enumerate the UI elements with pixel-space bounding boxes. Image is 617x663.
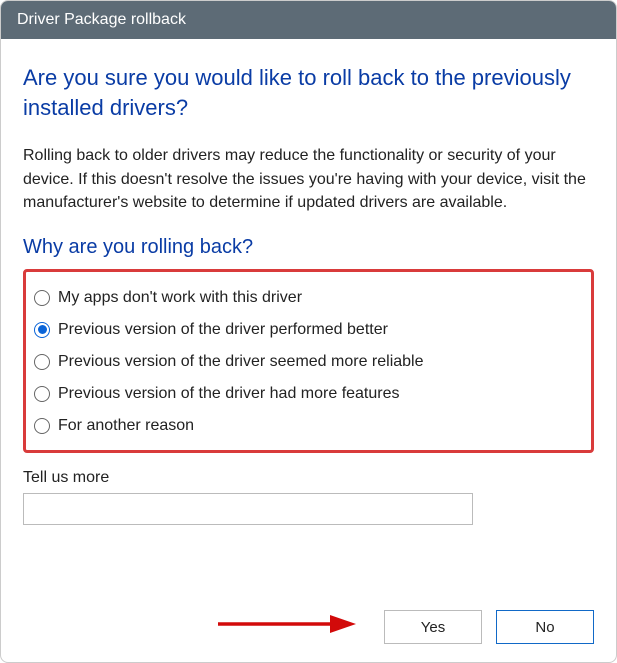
annotation-arrow-icon [216, 612, 356, 636]
no-button[interactable]: No [496, 610, 594, 644]
radio-icon [34, 290, 50, 306]
radio-icon [34, 322, 50, 338]
tell-us-more-input[interactable] [23, 493, 473, 525]
radio-label: Previous version of the driver seemed mo… [58, 353, 424, 371]
dialog-window: Driver Package rollback Are you sure you… [0, 0, 617, 663]
reason-option-more-features[interactable]: Previous version of the driver had more … [34, 378, 583, 410]
radio-label: Previous version of the driver had more … [58, 385, 400, 403]
reason-option-apps[interactable]: My apps don't work with this driver [34, 282, 583, 314]
dialog-button-row: Yes No [384, 610, 594, 644]
reason-subheading: Why are you rolling back? [23, 236, 594, 259]
confirm-heading: Are you sure you would like to roll back… [23, 63, 594, 122]
warning-text: Rolling back to older drivers may reduce… [23, 144, 594, 214]
radio-label: Previous version of the driver performed… [58, 321, 388, 339]
radio-icon [34, 354, 50, 370]
reason-option-more-reliable[interactable]: Previous version of the driver seemed mo… [34, 346, 583, 378]
radio-label: For another reason [58, 417, 194, 435]
dialog-content: Are you sure you would like to roll back… [1, 39, 616, 662]
tell-us-more-label: Tell us more [23, 469, 594, 487]
radio-label: My apps don't work with this driver [58, 289, 302, 307]
reason-radio-group: My apps don't work with this driver Prev… [23, 269, 594, 453]
yes-button[interactable]: Yes [384, 610, 482, 644]
radio-icon [34, 418, 50, 434]
window-title: Driver Package rollback [17, 11, 186, 28]
radio-icon [34, 386, 50, 402]
reason-option-performed-better[interactable]: Previous version of the driver performed… [34, 314, 583, 346]
titlebar: Driver Package rollback [1, 1, 616, 39]
reason-option-another[interactable]: For another reason [34, 410, 583, 442]
